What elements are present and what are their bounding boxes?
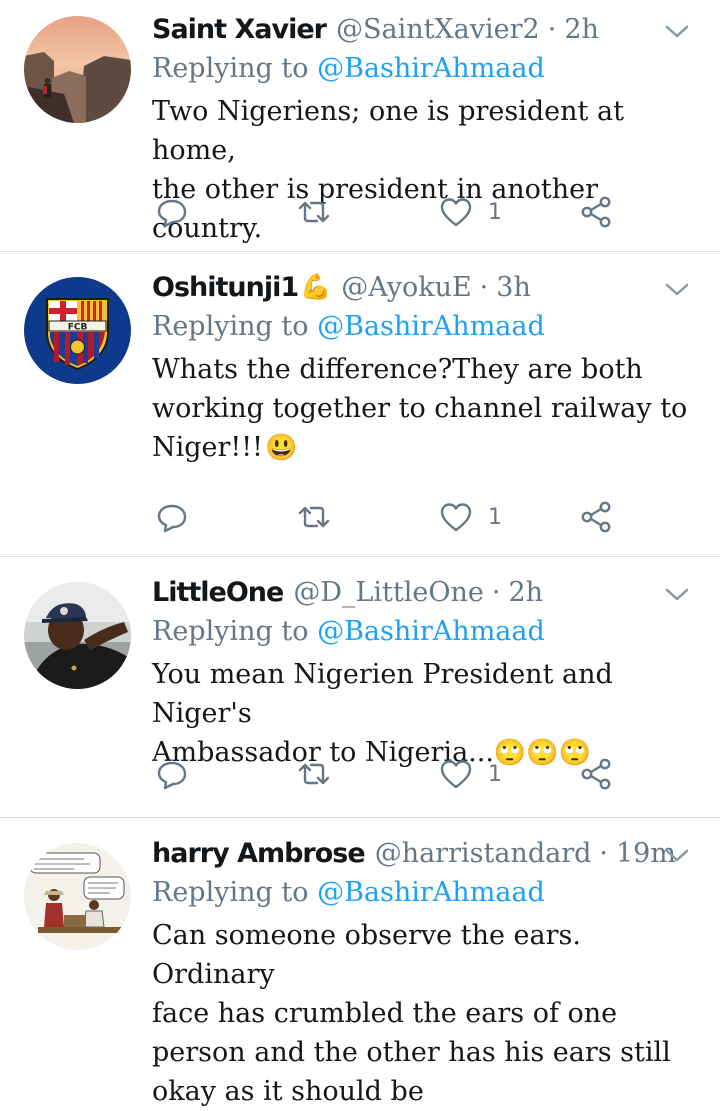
chevron-down-icon[interactable] [662,579,692,609]
avatar[interactable]: FCB [24,277,131,384]
reply-icon [157,761,187,790]
canyon-hiker-photo-icon [24,16,131,123]
timestamp[interactable]: 2h [508,577,543,608]
timestamp[interactable]: 3h [496,272,531,303]
replying-to-label: Replying to [152,877,309,908]
tweet-header: LittleOne @D_LittleOne · 2h [152,571,706,613]
smiley-emoji: 😃 [264,433,298,463]
reply-button[interactable] [154,497,190,537]
display-name[interactable]: LittleOne [152,577,284,608]
avatar[interactable] [24,843,131,950]
tweet-text-line: face has crumbled the ears of one [152,998,618,1029]
tweet-text-line: working together to channel railway to [152,393,688,424]
retweet-icon [298,763,330,785]
tweet-header: Saint Xavier @SaintXavier2 · 2h [152,8,706,50]
like-button[interactable]: 1 [438,192,502,232]
reply-icon [157,199,187,228]
flexed-biceps-icon: 💪 [300,272,332,301]
reply-button[interactable] [154,192,190,232]
share-icon [581,501,611,533]
chevron-down-icon[interactable] [662,16,692,46]
chevron-down-icon[interactable] [662,840,692,870]
heart-icon [440,760,472,789]
fc-barcelona-crest-icon: FCB [24,277,131,384]
mention-link[interactable]: @BashirAhmaad [317,311,545,342]
tweet-text: Can someone observe the ears. Ordinary f… [152,916,706,1111]
avatar[interactable] [24,582,131,689]
like-count: 1 [488,199,502,225]
display-name[interactable]: Saint Xavier [152,14,327,45]
username[interactable]: @AyokuE [341,272,471,303]
heart-icon [440,503,472,532]
tweet-header: Oshitunji1 💪 @AyokuE · 3h [152,266,706,308]
retweet-icon [298,506,330,528]
like-button[interactable]: 1 [438,497,502,537]
username[interactable]: @D_LittleOne [293,577,484,608]
reply-button[interactable] [154,754,190,794]
cartoon-illustration-icon [24,843,131,950]
like-count: 1 [488,761,502,787]
timestamp[interactable]: 2h [564,14,599,45]
tweet[interactable]: harry Ambrose @harristandard · 19m Reply… [0,818,720,1107]
retweet-button[interactable] [294,497,334,537]
tweet[interactable]: Saint Xavier @SaintXavier2 · 2h Replying… [0,0,720,252]
retweet-icon [298,201,330,223]
replying-to: Replying to @BashirAhmaad [152,50,706,88]
like-button[interactable]: 1 [438,754,502,794]
avatar[interactable] [24,16,131,123]
display-name[interactable]: Oshitunji1 [152,272,299,303]
heart-icon [440,198,472,227]
retweet-button[interactable] [294,754,334,794]
share-icon [581,196,611,228]
replying-to: Replying to @BashirAhmaad [152,613,706,651]
mention-link[interactable]: @BashirAhmaad [317,616,545,647]
mention-link[interactable]: @BashirAhmaad [317,53,545,84]
man-in-cap-photo-icon [24,582,131,689]
mention-link[interactable]: @BashirAhmaad [317,877,545,908]
tweet-text-line: You mean Nigerien President and Niger's [152,659,613,729]
separator-dot: · [479,271,489,303]
separator-dot: · [599,837,608,869]
tweet-actions: 1 [154,192,624,232]
share-button[interactable] [578,497,614,537]
tweet-text-line: Can someone observe the ears. Ordinary [152,920,581,990]
separator-dot: · [547,13,557,45]
replying-to: Replying to @BashirAhmaad [152,874,706,912]
retweet-button[interactable] [294,192,334,232]
tweet[interactable]: FCB Oshitunji1 💪 @AyokuE · 3h Replying t… [0,252,720,557]
tweet-text-line: Two Nigeriens; one is president at home, [152,96,624,166]
separator-dot: · [491,576,501,608]
tweet-text-line: Niger!!! [152,432,263,463]
username[interactable]: @SaintXavier2 [336,14,540,45]
replying-to: Replying to @BashirAhmaad [152,308,706,346]
tweet[interactable]: LittleOne @D_LittleOne · 2h Replying to … [0,557,720,818]
tweet-text: Whats the difference?They are both worki… [152,350,706,468]
replying-to-label: Replying to [152,616,309,647]
reply-icon [157,504,187,533]
tweet-text-line: Whats the difference?They are both [152,354,643,385]
share-button[interactable] [578,192,614,232]
like-count: 1 [488,504,502,530]
username[interactable]: @harristandard [375,838,592,869]
chevron-down-icon[interactable] [662,274,692,304]
tweet-header: harry Ambrose @harristandard · 19m [152,832,706,874]
display-name[interactable]: harry Ambrose [152,838,366,869]
share-icon [581,758,611,790]
tweet-actions: 1 [154,754,624,794]
replying-to-label: Replying to [152,311,309,342]
replying-to-label: Replying to [152,53,309,84]
tweet-text-line: person and the other has his ears still [152,1037,671,1068]
share-button[interactable] [578,754,614,794]
crest-text: FCB [68,323,88,333]
tweet-actions: 1 [154,497,624,537]
